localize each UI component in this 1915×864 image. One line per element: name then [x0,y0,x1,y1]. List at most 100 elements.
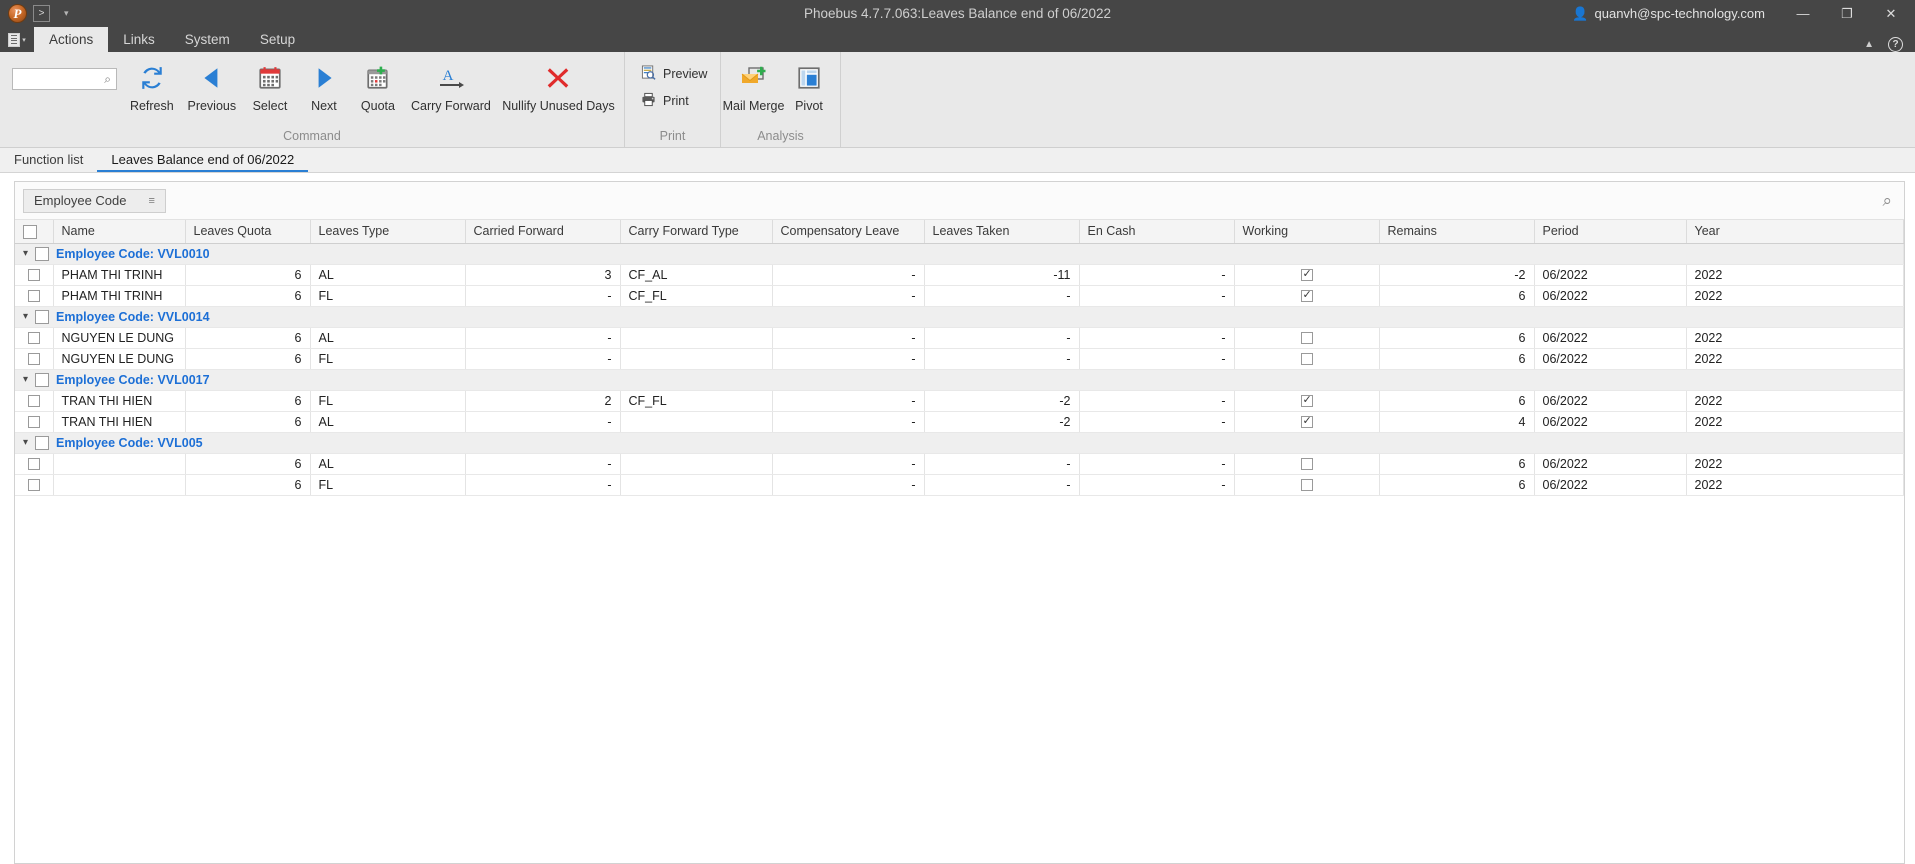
cell-working[interactable] [1234,453,1380,475]
table-row[interactable]: PHAM THI TRINH6AL3CF_AL--11--206/2022202… [15,264,1904,286]
print-button[interactable]: Print [637,91,711,111]
column-header-leaves-type[interactable]: Leaves Type [310,220,466,244]
cell-working[interactable] [1234,348,1380,370]
pivot-button[interactable]: Pivot [782,58,836,113]
working-checkbox[interactable] [1300,288,1313,303]
table-row[interactable]: TRAN THI HIEN6AL---2-406/20222022 [15,411,1904,433]
table-row[interactable]: 6 FL - - - -6 06/2022 2022 [15,474,1904,496]
row-select-cell[interactable] [15,411,54,433]
column-header-leaves-taken[interactable]: Leaves Taken [924,220,1080,244]
group-select-checkbox[interactable] [35,309,50,324]
select-button[interactable]: Select [243,58,297,113]
carry-forward-button[interactable]: A Carry Forward [405,58,497,113]
select-all-checkbox[interactable] [23,224,37,239]
working-checkbox[interactable] [1300,332,1313,345]
group-by-chip-employee-code[interactable]: Employee Code ≡ [23,188,166,213]
column-header-working[interactable]: Working [1234,220,1380,244]
application-menu-button[interactable]: ▾ [0,27,34,52]
group-select-checkbox[interactable] [35,435,50,450]
row-select-cell[interactable] [15,390,54,412]
search-icon[interactable]: ⌕ [1882,191,1896,211]
mail-merge-button[interactable]: Mail Merge [723,58,784,113]
chevron-down-icon[interactable]: ▾ [23,311,28,322]
refresh-button[interactable]: Refresh [123,58,181,113]
chevron-down-icon[interactable]: ▾ [23,248,28,259]
select-all-header[interactable] [15,220,54,244]
column-header-name[interactable]: Name [53,220,186,244]
tab-leaves-balance[interactable]: Leaves Balance end of 06/2022 [97,148,309,172]
help-icon[interactable]: ? [1888,37,1903,52]
quick-access-arrow-icon[interactable]: > [33,5,50,22]
restore-button[interactable]: ❐ [1825,0,1869,27]
column-header-en-cash[interactable]: En Cash [1079,220,1235,244]
column-header-compensatory-leave[interactable]: Compensatory Leave [772,220,925,244]
group-header-row[interactable]: ▾ Employee Code: VVL0014 [15,306,1904,328]
nullify-unused-days-button[interactable]: Nullify Unused Days [497,58,620,113]
chevron-down-icon[interactable]: ▾ [23,437,28,448]
row-select-checkbox[interactable] [27,353,40,366]
working-checkbox[interactable] [1300,353,1313,366]
table-row[interactable]: NGUYEN LE DUNG 6 FL - - - -6 06/2022 2022 [15,348,1904,370]
row-select-checkbox[interactable] [27,290,40,303]
close-button[interactable]: ✕ [1869,0,1913,27]
table-row[interactable]: TRAN THI HIEN6FL2CF_FL--2-606/20222022 [15,390,1904,412]
cell-working[interactable] [1234,390,1380,412]
column-header-leaves-quota[interactable]: Leaves Quota [185,220,311,244]
working-checkbox[interactable] [1300,458,1313,471]
menu-item-setup[interactable]: Setup [245,27,310,52]
row-select-checkbox[interactable] [27,269,40,282]
cell-working[interactable] [1234,474,1380,496]
preview-button[interactable]: Preview [637,64,711,84]
menu-item-actions[interactable]: Actions [34,27,109,52]
cell-leaves-taken: - [924,348,1080,370]
minimize-button[interactable]: — [1781,0,1825,27]
working-checkbox[interactable] [1300,393,1313,408]
row-select-cell[interactable] [15,285,54,307]
column-header-period[interactable]: Period [1534,220,1687,244]
row-select-cell[interactable] [15,453,54,475]
cell-name: PHAM THI TRINH [53,285,186,307]
cell-working[interactable] [1234,285,1380,307]
group-select-checkbox[interactable] [35,246,50,261]
working-checkbox[interactable] [1300,414,1313,429]
row-select-checkbox[interactable] [27,479,40,492]
collapse-ribbon-icon[interactable]: ▲ [1864,39,1874,50]
previous-button[interactable]: Previous [181,58,243,113]
table-row[interactable]: NGUYEN LE DUNG 6 AL - - - -6 06/2022 2022 [15,327,1904,349]
sort-icon[interactable]: ≡ [149,195,155,207]
row-select-cell[interactable] [15,348,54,370]
window-controls: 👤 quanvh@spc-technology.com — ❐ ✕ [1572,0,1915,27]
table-row[interactable]: PHAM THI TRINH6FL-CF_FL---606/20222022 [15,285,1904,307]
column-header-year[interactable]: Year [1686,220,1904,244]
row-select-checkbox[interactable] [27,416,40,429]
group-header-row[interactable]: ▾ Employee Code: VVL005 [15,432,1904,454]
group-header-row[interactable]: ▾ Employee Code: VVL0017 [15,369,1904,391]
cell-working[interactable] [1234,264,1380,286]
column-header-carry-forward-type[interactable]: Carry Forward Type [620,220,773,244]
menu-item-system[interactable]: System [170,27,245,52]
tab-function-list[interactable]: Function list [0,148,97,172]
chevron-down-icon[interactable]: ▾ [23,374,28,385]
table-row[interactable]: 6 AL - - - -6 06/2022 2022 [15,453,1904,475]
row-select-checkbox[interactable] [27,395,40,408]
chevron-down-icon[interactable]: ▾ [64,8,69,19]
cell-working[interactable] [1234,327,1380,349]
column-header-remains[interactable]: Remains [1379,220,1535,244]
row-select-cell[interactable] [15,264,54,286]
next-button[interactable]: Next [297,58,351,113]
user-account[interactable]: 👤 quanvh@spc-technology.com [1572,6,1765,22]
group-select-checkbox[interactable] [35,372,50,387]
row-select-checkbox[interactable] [27,458,40,471]
quota-button[interactable]: Quota [351,58,405,113]
row-select-checkbox[interactable] [27,332,40,345]
grid-scroll-area[interactable]: Name Leaves Quota Leaves Type Carried Fo… [15,220,1904,863]
row-select-cell[interactable] [15,327,54,349]
row-select-cell[interactable] [15,474,54,496]
working-checkbox[interactable] [1300,479,1313,492]
cell-working[interactable] [1234,411,1380,433]
menu-item-links[interactable]: Links [108,27,170,52]
group-header-row[interactable]: ▾ Employee Code: VVL0010 [15,243,1904,265]
search-input[interactable]: ⌕ [12,68,117,90]
column-header-carried-forward[interactable]: Carried Forward [465,220,621,244]
working-checkbox[interactable] [1300,267,1313,282]
